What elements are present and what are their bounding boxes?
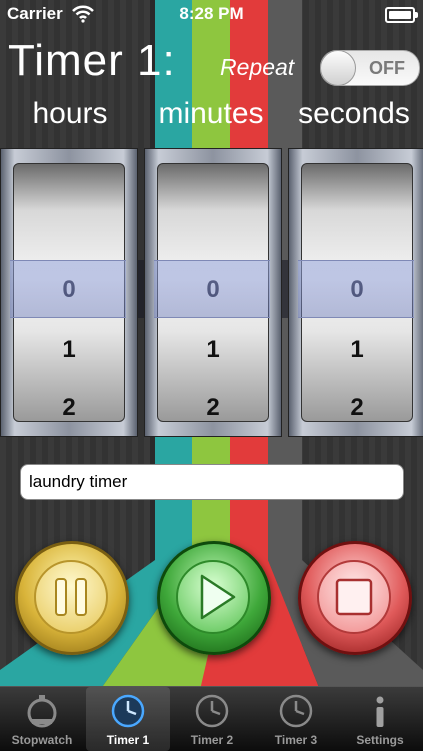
tab-timer-3[interactable]: Timer 3 — [254, 687, 338, 751]
tab-label: Settings — [356, 733, 404, 747]
stop-icon — [335, 578, 373, 616]
clock-icon — [279, 694, 313, 728]
seconds-option[interactable]: 1 — [302, 336, 412, 364]
tab-stopwatch[interactable]: Stopwatch — [0, 687, 84, 751]
hours-label: hours — [32, 97, 108, 130]
status-bar: Carrier 8:28 PM — [0, 0, 423, 28]
minutes-label: minutes — [158, 97, 264, 130]
tab-label: Timer 3 — [274, 733, 318, 747]
tab-label: Timer 1 — [106, 733, 150, 747]
repeat-toggle[interactable]: OFF — [320, 50, 420, 86]
stopwatch-icon — [27, 695, 57, 728]
tab-label: Stopwatch — [11, 733, 73, 747]
repeat-label: Repeat — [220, 54, 295, 80]
seconds-option[interactable]: 2 — [302, 394, 412, 421]
toggle-state: OFF — [369, 58, 405, 78]
battery-icon — [385, 7, 418, 23]
play-button[interactable] — [157, 541, 271, 655]
tab-timer-1[interactable]: Timer 1 — [86, 687, 170, 751]
tab-bar: Stopwatch Timer 1 Timer 2 Timer 3 Settin… — [0, 686, 423, 751]
toggle-knob — [320, 50, 356, 86]
play-icon — [200, 574, 236, 620]
status-time: 8:28 PM — [179, 4, 244, 23]
tab-settings[interactable]: Settings — [338, 687, 422, 751]
minutes-selection-indicator — [154, 260, 270, 318]
clock-icon — [195, 694, 229, 728]
seconds-label: seconds — [298, 97, 410, 130]
hours-selection-indicator — [10, 260, 126, 318]
tab-timer-2[interactable]: Timer 2 — [170, 687, 254, 751]
tab-label: Timer 2 — [190, 733, 234, 747]
timer-label-input[interactable] — [20, 464, 404, 500]
stop-button[interactable] — [298, 541, 412, 655]
pause-button[interactable] — [15, 541, 129, 655]
seconds-selection-indicator — [298, 260, 414, 318]
minutes-option[interactable]: 1 — [158, 336, 268, 364]
info-icon — [376, 696, 384, 727]
timer-title: Timer 1: — [8, 36, 176, 85]
hours-option[interactable]: 1 — [14, 336, 124, 364]
clock-icon — [111, 694, 145, 728]
minutes-option[interactable]: 2 — [158, 394, 268, 421]
pause-icon — [55, 578, 87, 616]
hours-option[interactable]: 2 — [14, 394, 124, 421]
